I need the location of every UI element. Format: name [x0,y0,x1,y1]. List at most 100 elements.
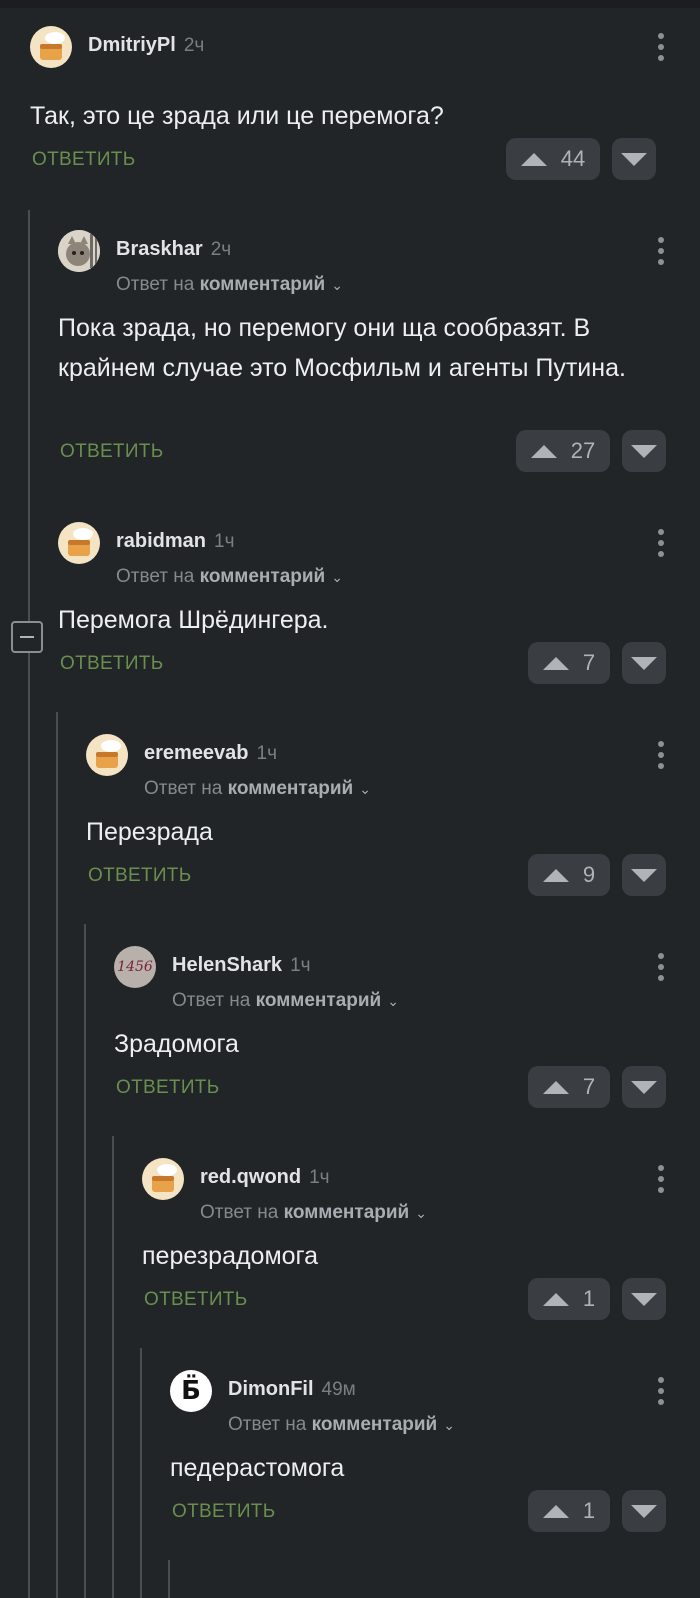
avatar[interactable] [30,26,72,68]
reply-to-link[interactable]: Ответ на комментарий ⌄ [116,566,343,588]
downvote-button[interactable] [622,854,666,896]
reply-button[interactable]: ОТВЕТИТЬ [60,441,163,463]
reply-to-link[interactable]: Ответ на комментарий ⌄ [172,990,399,1012]
upvote-button[interactable]: 1 [528,1490,610,1532]
username[interactable]: DimonFil 49м [228,1378,356,1401]
username[interactable]: rabidman 1ч [116,530,235,553]
more-options-icon[interactable] [656,526,666,560]
avatar[interactable] [86,734,128,776]
thread-line[interactable] [112,1136,114,1598]
vote-count: 7 [582,1074,596,1099]
thread-line[interactable] [168,1560,170,1598]
reply-button[interactable]: ОТВЕТИТЬ [144,1289,247,1311]
timestamp: 2ч [183,35,205,56]
arrow-up-icon [542,1504,569,1518]
arrow-down-icon [631,1504,657,1518]
arrow-down-icon [621,152,647,166]
avatar[interactable]: Б̈ [170,1370,212,1412]
username[interactable]: HelenShark 1ч [172,954,311,977]
comment: Braskhar 2ч Ответ на комментарий ⌄ Пока зр… [58,230,700,490]
timestamp: 1ч [290,955,311,976]
downvote-button[interactable] [622,642,666,684]
comment-text: Перемога Шрёдингера. [58,606,329,634]
more-options-icon[interactable] [656,30,666,64]
reply-to-link[interactable]: Ответ на комментарий ⌄ [144,778,371,800]
upvote-button[interactable]: 1 [528,1278,610,1320]
avatar[interactable]: 1456 [114,946,156,988]
vote-count: 1 [582,1286,596,1311]
arrow-down-icon [631,1080,657,1094]
upvote-button[interactable]: 9 [528,854,610,896]
avatar[interactable] [142,1158,184,1200]
reply-button[interactable]: ОТВЕТИТЬ [172,1501,275,1523]
username[interactable]: red.qwond 1ч [200,1166,330,1189]
comment-text: перезрадомога [142,1242,319,1270]
upvote-button[interactable]: 7 [528,642,610,684]
arrow-up-icon [542,656,569,670]
thread-line[interactable] [140,1348,142,1598]
arrow-down-icon [631,444,657,458]
reply-button[interactable]: ОТВЕТИТЬ [88,865,191,887]
avatar-initials: Б̈ [181,1376,201,1406]
more-options-icon[interactable] [656,234,666,268]
comment: 1456 HelenShark 1ч Ответ на комментарий ⌄ … [114,946,700,1126]
arrow-down-icon [631,656,657,670]
username[interactable]: DmitriyPl 2ч [88,34,204,57]
reply-button[interactable]: ОТВЕТИТЬ [60,653,163,675]
avatar[interactable] [58,522,100,564]
thread-line[interactable] [84,924,86,1598]
comment-text: Перезрада [86,818,213,846]
upvote-button[interactable]: 7 [528,1066,610,1108]
timestamp: 1ч [256,743,277,764]
arrow-up-icon [520,152,547,166]
timestamp: 1ч [309,1167,330,1188]
thread-line[interactable] [28,210,30,1598]
vote-count: 1 [582,1498,596,1523]
arrow-up-icon [542,868,569,882]
reply-button[interactable]: ОТВЕТИТЬ [32,149,135,171]
collapse-thread-button[interactable] [11,621,43,653]
more-options-icon[interactable] [656,1162,666,1196]
cake-avatar-icon [152,1164,177,1192]
reply-to-link[interactable]: Ответ на комментарий ⌄ [228,1414,455,1436]
avatar[interactable] [58,230,100,272]
comment: red.qwond 1ч Ответ на комментарий ⌄ перезр… [142,1158,700,1338]
comment: rabidman 1ч Ответ на комментарий ⌄ Перемог… [58,522,700,702]
upvote-button[interactable]: 27 [516,430,610,472]
arrow-down-icon [631,1292,657,1306]
downvote-button[interactable] [622,1066,666,1108]
arrow-up-icon [542,1292,569,1306]
timestamp: 1ч [214,531,235,552]
reply-to-link[interactable]: Ответ на комментарий ⌄ [116,274,343,296]
downvote-button[interactable] [622,1278,666,1320]
more-options-icon[interactable] [656,1374,666,1408]
cat-avatar-icon [58,230,100,272]
comment: eremeevab 1ч Ответ на комментарий ⌄ Перезр… [86,734,700,914]
chevron-down-icon: ⌄ [359,781,371,797]
reply-button[interactable]: ОТВЕТИТЬ [116,1077,219,1099]
downvote-button[interactable] [622,1490,666,1532]
comment-text: Так, это це зрада или це перемога? [30,102,444,130]
comment-text: Пока зрада, но перемогу они ща сообразят… [58,314,626,382]
chevron-down-icon: ⌄ [331,569,343,585]
reply-to-link[interactable]: Ответ на комментарий ⌄ [200,1202,427,1224]
chevron-down-icon: ⌄ [415,1205,427,1221]
cake-avatar-icon [40,32,65,60]
chevron-down-icon: ⌄ [443,1417,455,1433]
upvote-button[interactable]: 44 [506,138,600,180]
vote-count: 27 [570,438,596,463]
thread-line[interactable] [56,712,58,1598]
downvote-button[interactable] [622,430,666,472]
more-options-icon[interactable] [656,950,666,984]
comment-text: Зрадомога [114,1030,239,1058]
vote-count: 7 [582,650,596,675]
arrow-up-icon [542,1080,569,1094]
cake-avatar-icon [68,528,93,556]
username[interactable]: Braskhar 2ч [116,238,231,261]
more-options-icon[interactable] [656,738,666,772]
comment-text: педерастомога [170,1454,345,1482]
downvote-button[interactable] [612,138,656,180]
username[interactable]: eremeevab 1ч [144,742,277,765]
cake-avatar-icon [96,740,121,768]
comment: Б̈ DimonFil 49м Ответ на комментарий ⌄ пед… [170,1370,700,1550]
